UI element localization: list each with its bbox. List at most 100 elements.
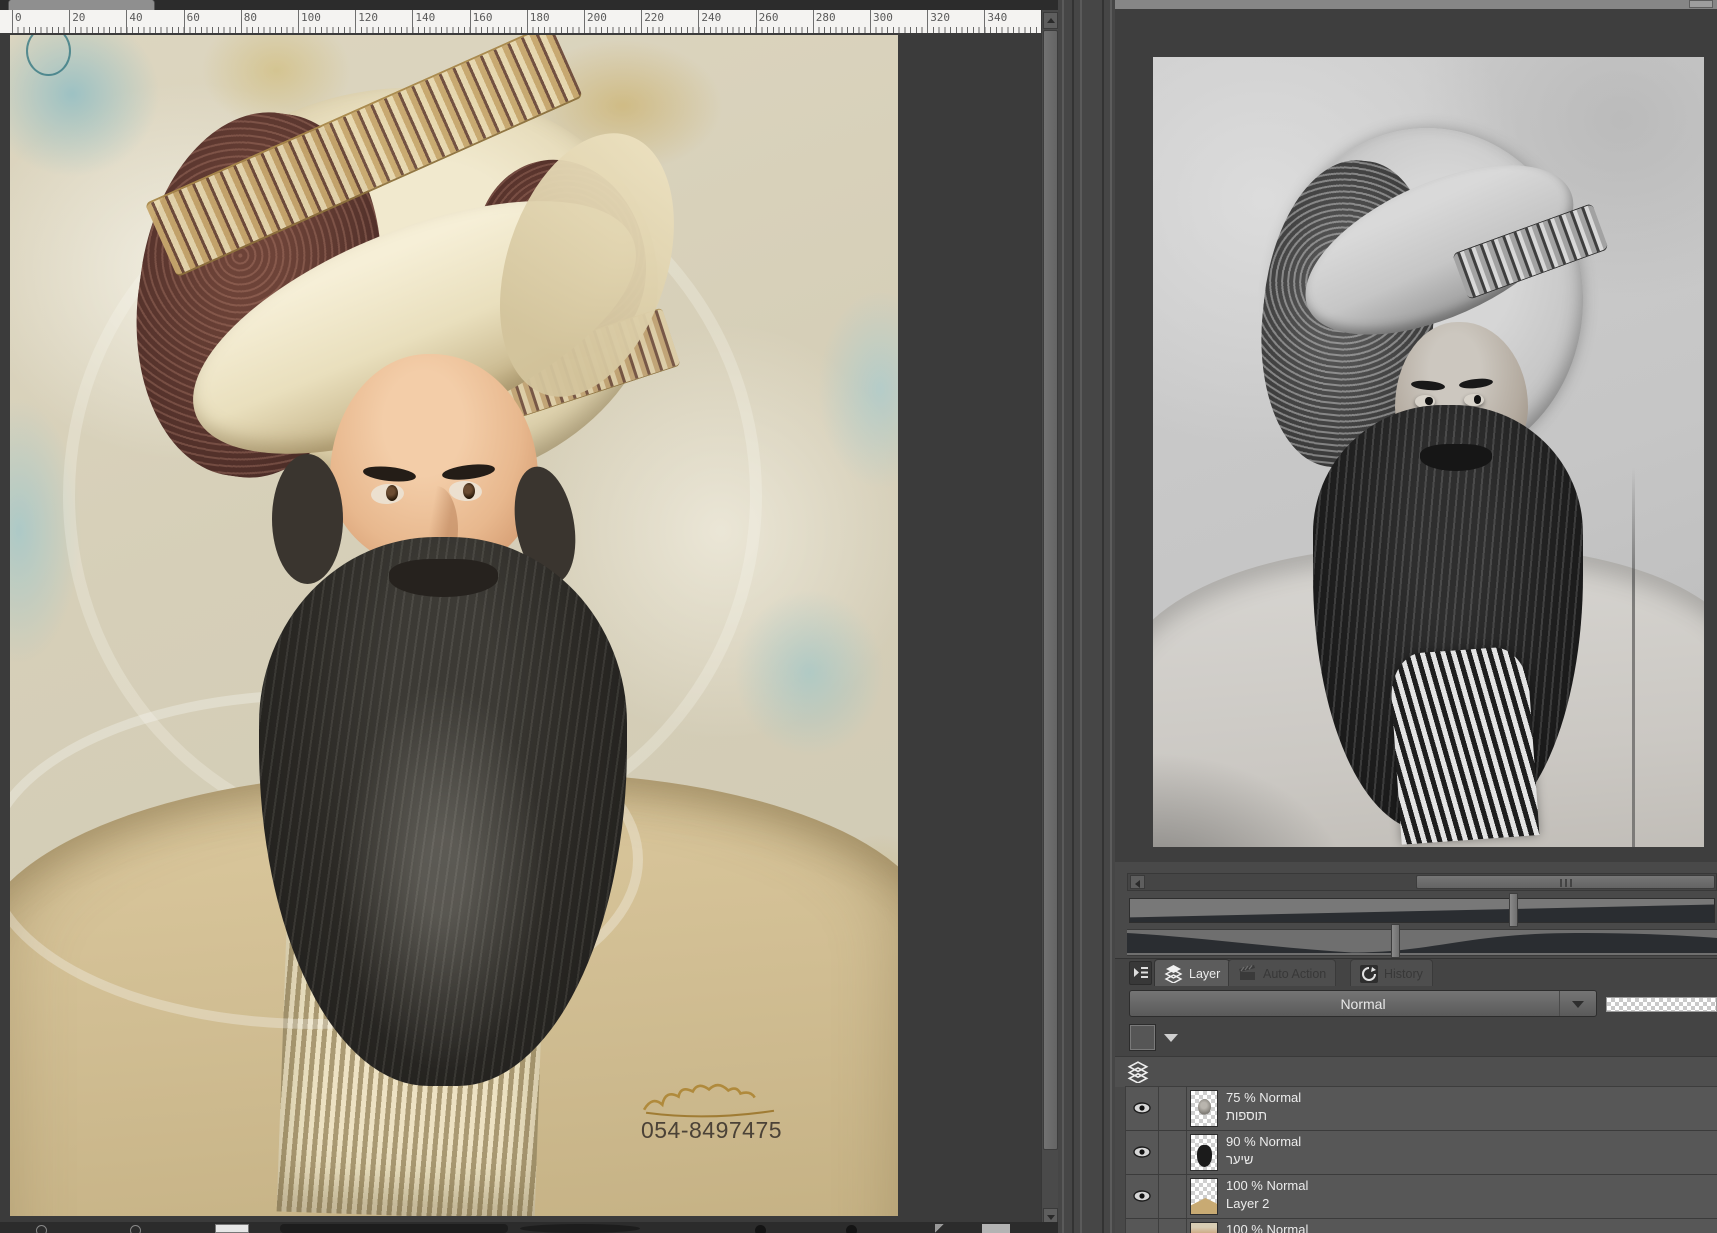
tab-auto-action[interactable]: Auto Action [1228, 959, 1337, 987]
toolbar-icon-dot-2[interactable] [846, 1225, 857, 1233]
palette-tab-bar: Layer Auto Action History [1115, 958, 1717, 987]
eye-icon [1133, 1190, 1151, 1202]
zoom-wedge-shape [1130, 904, 1714, 922]
swatch-dropdown-button[interactable] [1160, 1030, 1182, 1046]
layer-thumbnail[interactable] [1190, 1090, 1218, 1127]
layer-thumbnail[interactable] [1190, 1222, 1218, 1233]
toolbar-slider-2[interactable] [520, 1224, 640, 1233]
vertical-scrollbar-thumb[interactable] [1043, 30, 1058, 1150]
ruler-major-tick [126, 10, 128, 33]
ruler-major-tick [698, 10, 700, 33]
ruler-major-tick [755, 10, 757, 33]
layer-thumbnail[interactable] [1190, 1134, 1218, 1171]
tab-history[interactable]: History [1350, 959, 1433, 987]
ruler-major-tick [526, 10, 528, 33]
history-icon [1360, 964, 1378, 983]
thumbnail-content [1197, 1145, 1212, 1167]
rotate-slider-handle[interactable] [1391, 924, 1400, 958]
zoom-slider-handle[interactable] [1509, 893, 1518, 927]
pane-splitter[interactable] [1058, 0, 1115, 1233]
ruler-tick-label: 80 [243, 11, 258, 24]
ruler-major-tick [870, 10, 871, 33]
toolbar-icon-circle-1[interactable] [36, 1225, 47, 1233]
painting-iris-right [462, 482, 475, 499]
ruler-tick-label: 180 [529, 11, 550, 24]
ruler-major-tick [69, 10, 71, 33]
layer-name: Layer 2 [1226, 1196, 1270, 1211]
layer-opacity-blend: 90 % Normal [1226, 1134, 1302, 1149]
photo-iris-left [1425, 396, 1433, 406]
visibility-toggle[interactable] [1126, 1219, 1159, 1233]
ruler-tick-label: 0 [15, 11, 22, 24]
layer-row-4[interactable]: 100 % Normal [1126, 1219, 1717, 1233]
chevron-down-icon [1572, 1001, 1584, 1008]
layer-thumbnail[interactable] [1190, 1178, 1218, 1215]
subview-title-bar [1115, 0, 1717, 9]
layer-opacity-blend: 75 % Normal [1226, 1090, 1302, 1105]
splitter-line [1110, 0, 1112, 1233]
paint-app-window: 0 20 40 60 80 100 120 140 160 180 200 220 240 260 280 3… [0, 0, 1717, 1233]
selection-circle [25, 35, 71, 76]
layer-list: 75 % Normal תוספות 90 % Normal שיער 100 … [1125, 1086, 1717, 1233]
ruler-tick-label: 240 [701, 11, 722, 24]
layer-name: תוספות [1226, 1108, 1268, 1123]
eye-icon [1133, 1146, 1151, 1158]
ruler-major-tick [355, 10, 357, 33]
lock-cell[interactable] [1158, 1175, 1187, 1218]
canvas-background: 054-8497475 [0, 33, 1041, 1222]
ruler-major-tick [984, 10, 986, 33]
ruler-tick-label: 140 [415, 11, 436, 24]
toolbar-icon-dot-1[interactable] [755, 1225, 766, 1233]
sub-view-panel: Layer Auto Action History Normal 75 % No… [1115, 0, 1717, 1233]
toolbar-slider-1[interactable] [280, 1224, 508, 1233]
layer-row-3[interactable]: 100 % Normal Layer 2 [1126, 1175, 1717, 1219]
layer-opacity-blend: 100 % Normal [1226, 1178, 1309, 1193]
visibility-toggle[interactable] [1126, 1175, 1159, 1218]
tab-history-label: History [1384, 966, 1423, 981]
visibility-toggle[interactable] [1126, 1131, 1159, 1174]
layer-row-1[interactable]: 75 % Normal תוספות [1126, 1087, 1717, 1131]
palette-menu-button[interactable] [1129, 961, 1152, 985]
scroll-up-button[interactable] [1043, 12, 1058, 29]
splitter-line [1102, 0, 1104, 1233]
reference-photo[interactable] [1153, 57, 1704, 847]
photo-corner-shadow [1153, 752, 1352, 847]
menu-icon [1134, 967, 1148, 978]
watermark-phone-number: 054-8497475 [640, 1116, 783, 1143]
lock-cell[interactable] [1158, 1087, 1187, 1130]
opacity-slider-checkerboard[interactable] [1606, 997, 1717, 1012]
layers-stack-icon[interactable] [1127, 1061, 1149, 1083]
layer-row-2[interactable]: 90 % Normal שיער [1126, 1131, 1717, 1175]
subview-zoom-slider[interactable] [1129, 898, 1715, 923]
painting-iris-left [385, 484, 398, 501]
horizontal-scrollbar-thumb[interactable] [1416, 875, 1715, 889]
ruler-tick-label: 100 [301, 11, 321, 24]
tab-layer[interactable]: Layer [1154, 959, 1231, 987]
subview-horizontal-scrollbar[interactable] [1127, 873, 1717, 891]
lock-cell[interactable] [1158, 1219, 1187, 1233]
subview-corner-button[interactable] [1689, 0, 1713, 8]
canvas-surface-painting[interactable]: 054-8497475 [10, 35, 898, 1216]
toolbar-icon-light-rect[interactable] [982, 1224, 1010, 1233]
eye-icon [1133, 1102, 1151, 1114]
ruler-major-tick [812, 10, 814, 33]
ruler-tick-label: 260 [758, 11, 779, 24]
reference-image-view[interactable] [1115, 9, 1717, 862]
toolbar-icon-circle-2[interactable] [130, 1225, 141, 1233]
toolbar-pen-icon[interactable] [935, 1224, 945, 1233]
subview-rotate-slider[interactable] [1127, 929, 1717, 956]
canvas-vertical-scrollbar[interactable] [1041, 10, 1059, 1233]
scroll-left-button[interactable] [1130, 875, 1145, 889]
ruler-major-tick [183, 10, 185, 33]
ruler-tick-label: 200 [587, 11, 607, 24]
toolbar-icon-swatch[interactable] [215, 1224, 249, 1233]
visibility-toggle[interactable] [1126, 1087, 1159, 1130]
document-tab[interactable] [8, 0, 155, 10]
ruler-tick-label: 300 [873, 11, 893, 24]
blend-mode-dropdown[interactable]: Normal [1129, 990, 1597, 1017]
layer-color-swatch[interactable] [1129, 1024, 1156, 1051]
lock-cell[interactable] [1158, 1131, 1187, 1174]
splitter-line [1072, 0, 1074, 1233]
blend-mode-row: Normal [1115, 986, 1717, 1020]
rotate-wave-shape [1127, 933, 1717, 953]
